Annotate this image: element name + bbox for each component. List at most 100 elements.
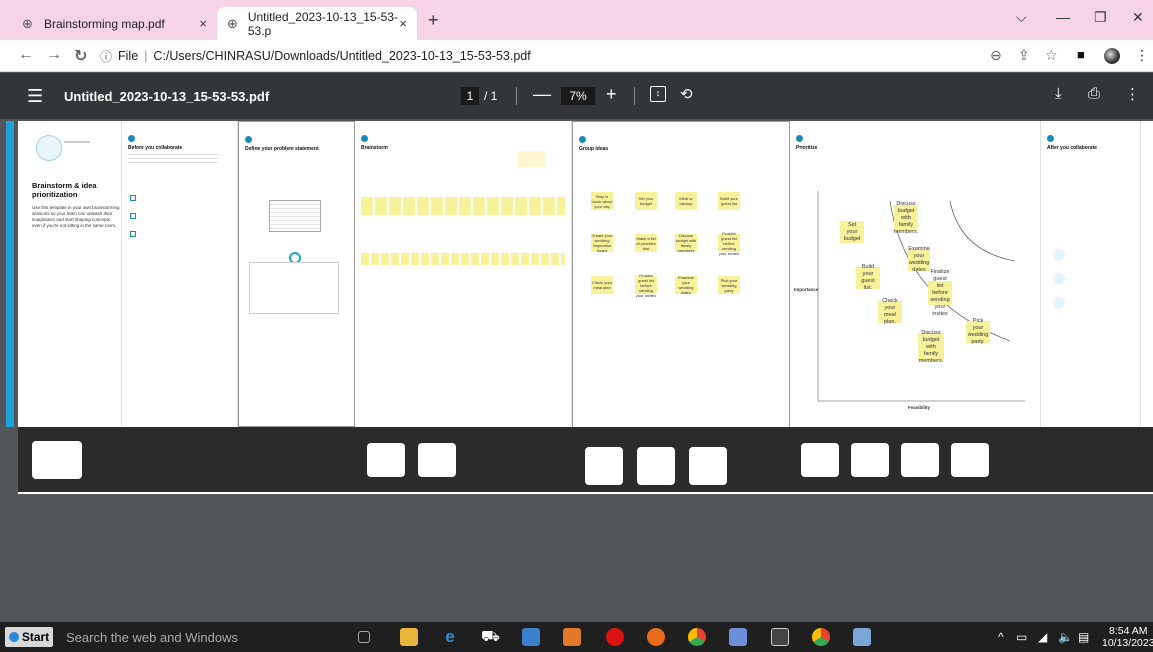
new-tab-button[interactable]: + bbox=[428, 10, 439, 31]
windows-orb-icon bbox=[8, 632, 19, 642]
step-dot bbox=[796, 135, 803, 142]
app-icon[interactable] bbox=[729, 628, 747, 646]
task-view-icon[interactable] bbox=[358, 631, 370, 643]
reload-icon[interactable]: ↻ bbox=[74, 46, 87, 66]
address-scheme: File bbox=[118, 49, 139, 63]
prioritize-panel: Prioritize Set your budget Discuss budge… bbox=[790, 121, 1041, 427]
sticky-row bbox=[361, 197, 565, 215]
sticky-note: Set your budget bbox=[635, 192, 657, 210]
zoom-out-button[interactable]: — bbox=[533, 84, 551, 105]
close-window-button[interactable]: ✕ bbox=[1132, 9, 1144, 26]
clock[interactable]: 8:54 AM 10/13/2023 bbox=[1102, 625, 1153, 649]
thumbnail bbox=[689, 447, 727, 485]
circle-icon bbox=[1053, 273, 1065, 285]
group-ideas-panel: Group ideas Stay in touch about your day… bbox=[572, 121, 790, 433]
before-collaborate-panel: Before you collaborate bbox=[122, 121, 238, 427]
toolbar-divider bbox=[634, 87, 635, 105]
menu-hamburger-icon[interactable]: ☰ bbox=[27, 86, 43, 107]
start-label: Start bbox=[21, 630, 50, 644]
sticky-note: Finalize guest list before sending your … bbox=[718, 230, 740, 256]
pdf-toolbar: ☰ Untitled_2023-10-13_15-53-53.pdf 1 / 1… bbox=[0, 73, 1153, 119]
thumbnail bbox=[32, 441, 82, 479]
app-icon[interactable] bbox=[853, 628, 871, 646]
step-dot bbox=[1047, 135, 1054, 142]
more-options-icon[interactable]: ⋮ bbox=[1125, 85, 1140, 103]
chrome-icon[interactable] bbox=[812, 628, 830, 646]
download-icon[interactable]: ⤓ bbox=[1055, 85, 1062, 102]
file-explorer-icon[interactable] bbox=[400, 628, 418, 646]
forward-arrow-icon[interactable]: → bbox=[46, 46, 62, 64]
section-title: Brainstorm bbox=[361, 145, 388, 151]
priority-matrix bbox=[817, 191, 1025, 402]
sticky-note: Meal or backup bbox=[675, 192, 697, 210]
sticky-note: Pick your wedding party. bbox=[966, 318, 990, 345]
sticky-note: Make a list of priorities first bbox=[635, 234, 657, 252]
edge-icon[interactable]: e bbox=[441, 628, 459, 646]
app-icon[interactable] bbox=[522, 628, 540, 646]
sticky-note: Check your meal plan. bbox=[878, 298, 902, 325]
zoom-level-input[interactable]: 7% bbox=[561, 87, 595, 105]
side-panel-icon[interactable]: ■ bbox=[1077, 47, 1085, 62]
page-number-input[interactable]: 1 bbox=[461, 87, 479, 105]
sticky-note: Pick your wedding party bbox=[718, 276, 740, 294]
checkbox-icon bbox=[130, 231, 136, 237]
fit-page-icon[interactable]: ↕ bbox=[650, 86, 666, 102]
sticky-note: Build your guest list bbox=[718, 192, 740, 210]
photos-icon[interactable] bbox=[771, 628, 789, 646]
close-tab-icon[interactable]: × bbox=[399, 16, 407, 31]
network-icon[interactable]: ◢ bbox=[1038, 630, 1047, 644]
key-rules-card bbox=[249, 262, 339, 314]
thumbnail bbox=[637, 447, 675, 485]
intro-text: Use this template in your own brainstorm… bbox=[32, 205, 120, 228]
app-icon[interactable] bbox=[563, 628, 581, 646]
sticky-note: Examine your wedding dates bbox=[908, 246, 930, 273]
tab-search-dropdown-icon[interactable]: ⌵ bbox=[1016, 9, 1027, 26]
store-icon[interactable]: ⛟ bbox=[481, 628, 500, 646]
start-button[interactable]: Start bbox=[5, 627, 53, 647]
thumbnail bbox=[585, 447, 623, 485]
volume-icon[interactable]: 🔈 bbox=[1058, 630, 1073, 644]
globe-icon: ⊕ bbox=[22, 15, 33, 31]
checkbox-icon bbox=[130, 195, 136, 201]
rotate-icon[interactable]: ⟲ bbox=[680, 85, 693, 103]
step-dot bbox=[245, 136, 252, 143]
sticky-note: Check your meal plan bbox=[591, 276, 613, 294]
address-bar[interactable]: ⓘ File | C:/Users/CHINRASU/Downloads/Unt… bbox=[100, 44, 980, 68]
info-icon[interactable]: ⓘ bbox=[100, 48, 112, 65]
opera-icon[interactable] bbox=[606, 628, 624, 646]
sticky-note: Discuss budget with family members. bbox=[918, 329, 944, 364]
tab-title: Brainstorming map.pdf bbox=[44, 16, 165, 31]
taskbar-search[interactable]: Search the web and Windows bbox=[66, 630, 238, 645]
notifications-icon[interactable]: ▤ bbox=[1078, 630, 1089, 644]
bookmark-star-icon[interactable]: ☆ bbox=[1045, 47, 1058, 64]
restore-button[interactable]: ❐ bbox=[1094, 9, 1107, 26]
menu-kebab-icon[interactable]: ⋮ bbox=[1135, 47, 1149, 64]
share-icon[interactable]: ⇪ bbox=[1018, 47, 1030, 64]
section-title: Define your problem statement bbox=[245, 146, 319, 152]
back-arrow-icon[interactable]: ← bbox=[18, 46, 34, 64]
profile-avatar[interactable] bbox=[1104, 48, 1120, 64]
close-tab-icon[interactable]: × bbox=[199, 16, 207, 31]
zoom-in-button[interactable]: + bbox=[606, 84, 617, 105]
minimize-button[interactable]: — bbox=[1056, 9, 1070, 25]
firefox-icon[interactable] bbox=[647, 628, 665, 646]
tab-untitled-pdf[interactable]: ⊕ Untitled_2023-10-13_15-53-53.p × bbox=[217, 7, 417, 40]
battery-icon[interactable]: ▭ bbox=[1016, 630, 1027, 644]
section-title: Prioritize bbox=[796, 145, 818, 151]
zoom-icon[interactable]: ⊖ bbox=[990, 47, 1002, 64]
lightbulb-icon bbox=[36, 135, 62, 161]
sticky-note: Create your wedding inspiration board bbox=[591, 233, 613, 253]
divider bbox=[64, 141, 90, 143]
chrome-icon[interactable] bbox=[688, 628, 706, 646]
thumbnail bbox=[851, 443, 889, 477]
print-icon[interactable]: ⎙ bbox=[1088, 85, 1100, 102]
template-sidebar-strip bbox=[6, 121, 14, 427]
address-path: C:/Users/CHINRASU/Downloads/Untitled_202… bbox=[153, 49, 531, 63]
tab-brainstorming-map[interactable]: ⊕ Brainstorming map.pdf × bbox=[12, 7, 217, 40]
browser-toolbar: ← → ↻ ⓘ File | C:/Users/CHINRASU/Downloa… bbox=[0, 40, 1153, 72]
pdf-canvas[interactable]: Brainstorm & idea prioritization Use thi… bbox=[6, 119, 1153, 622]
sticky-row bbox=[361, 253, 565, 265]
tray-chevron-icon[interactable]: ^ bbox=[998, 630, 1004, 644]
x-axis-label: Feasibility bbox=[908, 405, 931, 410]
intro-title: Brainstorm & idea prioritization bbox=[32, 181, 97, 199]
